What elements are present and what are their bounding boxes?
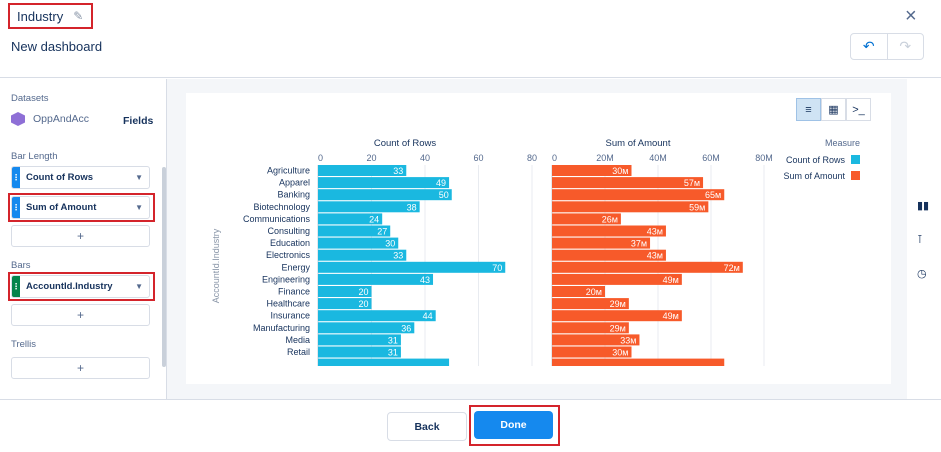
chart-type-icon[interactable]: ▮▮ bbox=[917, 199, 929, 212]
grouping-pill-industry[interactable]: ⋮ AccountId.Industry ▼ bbox=[11, 275, 150, 298]
drag-handle-icon[interactable]: ⋮ bbox=[12, 167, 20, 188]
dataset-item[interactable]: OppAndAcc bbox=[11, 112, 89, 126]
undo-redo-group: ↶ ↷ bbox=[850, 33, 924, 60]
dataset-name: OppAndAcc bbox=[33, 113, 90, 125]
widget-property-bar: ▮▮ ⊺ ◷ bbox=[907, 79, 941, 399]
undo-icon: ↶ bbox=[862, 38, 875, 54]
measure-pill-amount[interactable]: ⋮ Sum of Amount ▼ bbox=[11, 196, 150, 219]
query-config-panel: Datasets OppAndAcc Fields Bar Length ⋮ C… bbox=[0, 79, 167, 399]
bars-label: Bars bbox=[11, 260, 31, 271]
chevron-down-icon[interactable]: ▼ bbox=[135, 203, 143, 212]
bar-length-label: Bar Length bbox=[11, 151, 58, 162]
add-grouping-button[interactable]: + bbox=[11, 304, 150, 326]
format-paint-icon[interactable]: ⊺ bbox=[917, 233, 923, 246]
measure-pill-count[interactable]: ⋮ Count of Rows ▼ bbox=[11, 166, 150, 189]
widget-title: Industry bbox=[17, 8, 64, 24]
redo-button[interactable]: ↷ bbox=[888, 34, 924, 59]
back-button[interactable]: Back bbox=[387, 412, 467, 441]
add-measure-button[interactable]: + bbox=[11, 225, 150, 247]
drag-handle-icon[interactable]: ⋮ bbox=[12, 197, 20, 218]
chevron-down-icon[interactable]: ▼ bbox=[135, 282, 143, 291]
chart-card bbox=[186, 93, 891, 384]
plus-icon: + bbox=[76, 229, 84, 243]
chevron-down-icon[interactable]: ▼ bbox=[135, 173, 143, 182]
trellis-label: Trellis bbox=[11, 339, 36, 350]
clock-icon[interactable]: ◷ bbox=[917, 267, 927, 280]
add-trellis-button[interactable]: + bbox=[11, 357, 150, 379]
chart-view-icon[interactable]: ≡ bbox=[796, 98, 821, 121]
widget-title-field[interactable]: Industry ✎ bbox=[8, 3, 93, 29]
undo-button[interactable]: ↶ bbox=[851, 34, 888, 59]
datasets-label: Datasets bbox=[11, 93, 49, 104]
measure-label: Count of Rows bbox=[26, 172, 94, 183]
pencil-icon[interactable]: ✎ bbox=[73, 9, 83, 23]
redo-icon: ↷ bbox=[899, 38, 912, 54]
plus-icon: + bbox=[76, 361, 84, 375]
highlight-box bbox=[469, 405, 560, 446]
panel-scrollbar[interactable] bbox=[162, 167, 166, 367]
grouping-label: AccountId.Industry bbox=[26, 281, 113, 292]
dataset-icon bbox=[11, 112, 25, 126]
drag-handle-icon[interactable]: ⋮ bbox=[12, 276, 20, 297]
close-icon[interactable]: × bbox=[905, 5, 917, 28]
dashboard-name: New dashboard bbox=[11, 39, 103, 54]
measure-label: Sum of Amount bbox=[26, 202, 97, 213]
table-view-icon[interactable]: ▦ bbox=[821, 98, 846, 121]
dashboard-header bbox=[0, 0, 941, 78]
fields-link[interactable]: Fields bbox=[123, 115, 153, 127]
view-toggle-group: ≡ ▦ >_ bbox=[796, 98, 871, 121]
plus-icon: + bbox=[76, 308, 84, 322]
query-mode-icon[interactable]: >_ bbox=[846, 98, 871, 121]
